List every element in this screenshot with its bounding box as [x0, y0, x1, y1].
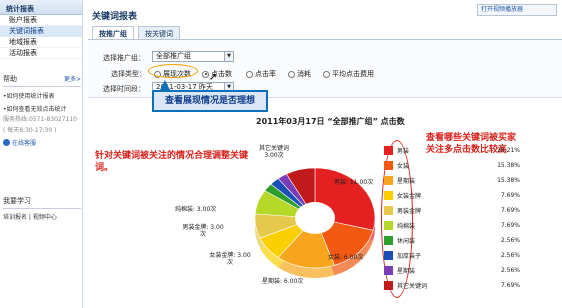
legend-item: 纯棉装 7.69% [384, 218, 520, 233]
radio-avg-cpc[interactable]: 平均点击费用 [323, 69, 374, 79]
sidebar: 统计报表 账户报表 关键词报表 地域报表 活动报表 帮助 更多> •如何使用统计… [0, 0, 83, 308]
legend-label: 纯棉装 [397, 223, 416, 230]
legend-label: 女装金牌 [397, 193, 422, 200]
legend-swatch [384, 221, 393, 230]
legend-percent: 7.69% [500, 282, 520, 289]
legend-label: 星期装 [397, 178, 416, 185]
legend-swatch [384, 266, 393, 275]
tab-by-keyword[interactable]: 按关键词 [138, 26, 180, 39]
legend-item: 其它关键词 7.69% [384, 278, 520, 293]
legend-swatch [384, 176, 393, 185]
legend-swatch [384, 206, 393, 215]
sidebar-item-region-report[interactable]: 地域报表 [0, 37, 82, 48]
help-link-invalid-clicks[interactable]: •如何查看无效点击统计 [3, 104, 81, 113]
pie-hole [295, 202, 335, 234]
chevron-down-icon: ▼ [224, 52, 233, 61]
pie-label-female-gold: 女装金牌: 3.00次 [209, 252, 251, 266]
legend-percent: 28.21% [497, 147, 520, 154]
legend-item: 星期装 2.56% [384, 263, 520, 278]
group-select-value: 全部推广组 [156, 52, 191, 60]
pie-label-male: 男装: 11.00次 [334, 179, 374, 186]
callout-pointer [160, 80, 170, 90]
legend-swatch [384, 236, 393, 245]
pie-label-female: 女装: 6.00次 [328, 254, 364, 261]
legend-swatch [384, 191, 393, 200]
legend-label: 女装 [397, 163, 410, 170]
type-label: 选择类型： [111, 70, 146, 78]
pie-label-week: 星期装: 6.00次 [262, 278, 304, 285]
legend-item: 加厚装子 2.56% [384, 248, 520, 263]
learn-links[interactable]: 培训报名 | 视频中心 [3, 212, 81, 221]
impressions-highlight [148, 64, 198, 78]
legend-label: 男装 [397, 148, 410, 155]
online-service-label: 在线客服 [12, 140, 37, 147]
radio-dot [246, 70, 253, 78]
legend-label: 男装金牌 [397, 208, 422, 215]
time-label: 选择时间段： [103, 85, 145, 93]
legend-swatch [384, 146, 393, 155]
page-title: 关键词报表 [92, 12, 138, 22]
help-more-link[interactable]: 更多> [64, 74, 81, 83]
legend-swatch [384, 161, 393, 170]
tab-by-group[interactable]: 按推广组 [92, 26, 134, 39]
legend-item: 女装金牌 7.69% [384, 188, 520, 203]
chart-title: 2011年03月17日 “全部推广组” 点击数 [256, 117, 405, 126]
sidebar-item-campaign-report[interactable]: 活动报表 [0, 48, 82, 59]
legend-label: 星期装 [397, 268, 416, 275]
video-player-link[interactable]: 打开视频播放器 [477, 4, 557, 16]
legend-percent: 2.56% [500, 267, 520, 274]
group-label: 选择推广组： [103, 54, 145, 62]
callout-box: 查看展现情况是否理想 [152, 90, 268, 112]
sidebar-item-account-report[interactable]: 账户报表 [0, 15, 82, 26]
legend-percent: 15.38% [497, 177, 520, 184]
legend-label: 其它关键词 [397, 283, 428, 290]
legend-percent: 7.69% [500, 207, 520, 214]
service-hotline: 服务热线:0571-83027110 [3, 116, 77, 123]
annotation-left: 针对关键词被关注的情况合理调整关键词。 [95, 151, 249, 173]
radio-dot [323, 70, 330, 78]
online-service-link[interactable]: 在线客服 [3, 138, 81, 147]
legend-percent: 2.56% [500, 252, 520, 259]
learn-title: 我要学习 [3, 196, 81, 209]
sidebar-item-keyword-report[interactable]: 关键词报表 [0, 26, 82, 37]
pie-label-male-gold: 男装金牌: 3.00次 [182, 224, 224, 238]
online-service-icon [3, 139, 10, 146]
legend-item: 休闲装 2.56% [384, 233, 520, 248]
legend-label: 休闲装 [397, 238, 416, 245]
report-tabs: 按推广组 按关键词 [92, 26, 180, 39]
service-hours: ( 每天8:30-17:30 ) [3, 127, 57, 134]
legend-percent: 7.69% [500, 192, 520, 199]
legend-label: 加厚装子 [397, 253, 422, 260]
pie-chart [254, 167, 376, 278]
legend-percent: 15.38% [497, 162, 520, 169]
legend-swatch [384, 281, 393, 290]
legend-item: 女装 15.38% [384, 158, 520, 173]
legend-swatch [384, 251, 393, 260]
radio-label-avg-cpc: 平均点击费用 [332, 70, 374, 78]
learn-section: 我要学习 培训报名 | 视频中心 [3, 196, 81, 221]
pie-label-other: 其它关键词 3.00次 [258, 145, 289, 159]
legend-item: 男装 28.21% [384, 143, 520, 158]
radio-cost[interactable]: 消耗 [288, 69, 311, 79]
legend-item: 星期装 15.38% [384, 173, 520, 188]
help-link-usage[interactable]: •如何使用统计报表 [3, 91, 81, 100]
radio-label-ctr: 点击率 [255, 70, 276, 78]
radio-dot [202, 70, 209, 78]
radio-dot [288, 70, 295, 78]
help-section: 帮助 更多> •如何使用统计报表 •如何查看无效点击统计 服务热线:0571-8… [3, 74, 81, 147]
legend-item: 男装金牌 7.69% [384, 203, 520, 218]
sidebar-header: 统计报表 [0, 0, 82, 15]
radio-ctr[interactable]: 点击率 [246, 69, 276, 79]
legend-percent: 2.56% [500, 237, 520, 244]
group-select[interactable]: 全部推广组 ▼ [152, 51, 234, 62]
pie-label-cotton: 纯棉装: 3.00次 [175, 206, 217, 213]
legend-percent: 7.69% [500, 222, 520, 229]
radio-label-cost: 消耗 [297, 70, 311, 78]
chart-legend: 男装 28.21% 女装 15.38% 星期装 15.38% 女装金牌 7.69% 男装金牌 7.… [384, 143, 520, 293]
